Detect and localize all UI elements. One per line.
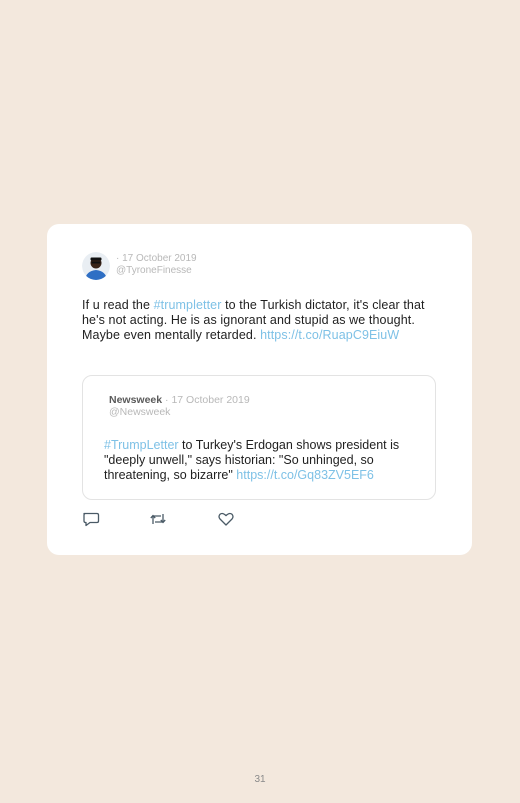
avatar[interactable] <box>82 252 110 280</box>
quoted-tweet-header: Newsweek · 17 October 2019 @Newsweek <box>109 394 250 418</box>
quoted-handle[interactable]: @Newsweek <box>109 406 250 418</box>
tweet-handle[interactable]: @TyroneFinesse <box>116 265 197 277</box>
quoted-author-name[interactable]: Newsweek <box>109 394 162 406</box>
tweet-url-link[interactable]: https://t.co/RuapC9EiuW <box>260 328 399 342</box>
tweet-text: If u read the #trumpletter to the Turkis… <box>82 298 432 343</box>
tweet-date: · 17 October 2019 <box>116 253 197 264</box>
like-icon[interactable] <box>217 511 235 527</box>
retweet-icon[interactable] <box>149 511 167 527</box>
quoted-date: · 17 October 2019 <box>162 394 250 406</box>
page-number: 31 <box>254 774 266 785</box>
quoted-hashtag-link[interactable]: #TrumpLetter <box>104 438 179 452</box>
quoted-tweet-text: #TrumpLetter to Turkey's Erdogan shows p… <box>104 438 424 483</box>
hashtag-link[interactable]: #trumpletter <box>154 298 222 312</box>
tweet-card: · 17 October 2019 @TyroneFinesse If u re… <box>47 224 472 555</box>
quoted-url-link[interactable]: https://t.co/Gq83ZV5EF6 <box>236 468 374 482</box>
tweet-text-start: If u read the <box>82 298 154 312</box>
quoted-tweet[interactable]: Newsweek · 17 October 2019 @Newsweek #Tr… <box>82 375 436 500</box>
tweet-meta: · 17 October 2019 @TyroneFinesse <box>116 253 197 277</box>
reply-icon[interactable] <box>82 511 100 527</box>
avatar-image <box>82 252 110 280</box>
